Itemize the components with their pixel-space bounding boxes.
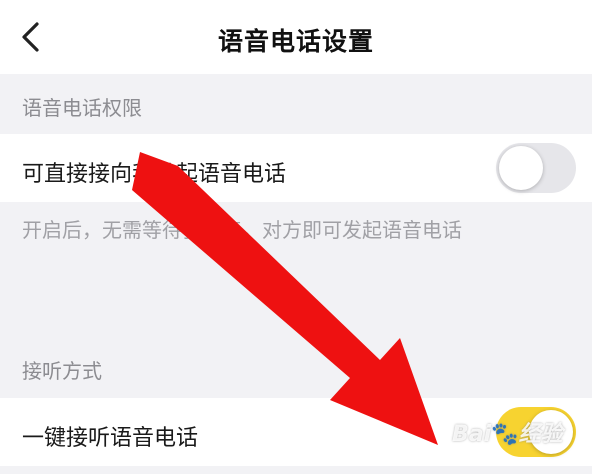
toggle-knob: [499, 146, 543, 190]
direct-call-toggle[interactable]: [496, 143, 576, 193]
watermark-text: Bai: [452, 422, 492, 447]
direct-call-description: 开启后，无需等待我回复，对方即可发起语音电话: [22, 218, 462, 242]
nav-bar: 语音电话设置: [0, 0, 592, 74]
section-header-permission: 语音电话权限: [22, 96, 142, 120]
section-header-answer-method: 接听方式: [22, 359, 102, 383]
watermark-suffix: 经验: [518, 422, 563, 447]
setting-label-direct-call: 可直接接向我发起语音电话: [22, 162, 287, 187]
baidu-watermark: Bai🐾经验: [452, 416, 563, 448]
setting-row-direct-call[interactable]: 可直接接向我发起语音电话: [0, 134, 592, 202]
paw-icon: 🐾: [491, 422, 519, 447]
page-title: 语音电话设置: [217, 27, 374, 56]
setting-label-one-tap-answer: 一键接听语音电话: [22, 426, 199, 451]
